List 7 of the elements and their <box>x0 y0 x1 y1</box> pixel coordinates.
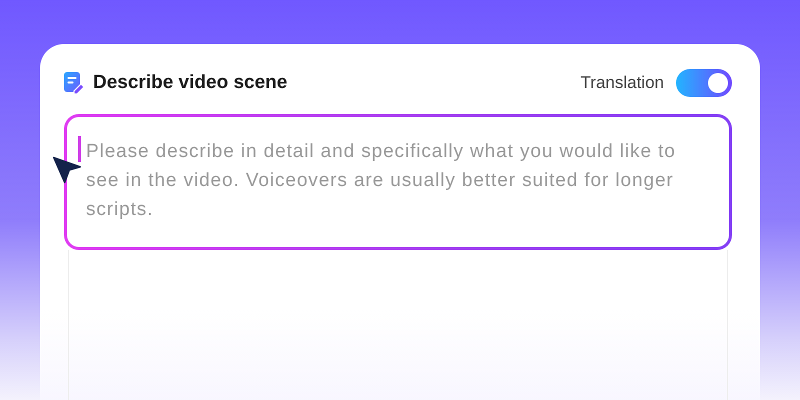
mouse-pointer-icon <box>52 156 82 184</box>
translation-toggle[interactable] <box>676 69 732 97</box>
text-caret <box>78 136 81 162</box>
scene-input-field[interactable]: Please describe in detail and specifically what you would like to see in the video. Voiceovers are usually better suited for longer scripts. <box>64 114 732 250</box>
document-pen-icon <box>64 72 84 94</box>
section-title: Describe video scene <box>93 72 288 94</box>
translation-label: Translation <box>580 73 664 93</box>
